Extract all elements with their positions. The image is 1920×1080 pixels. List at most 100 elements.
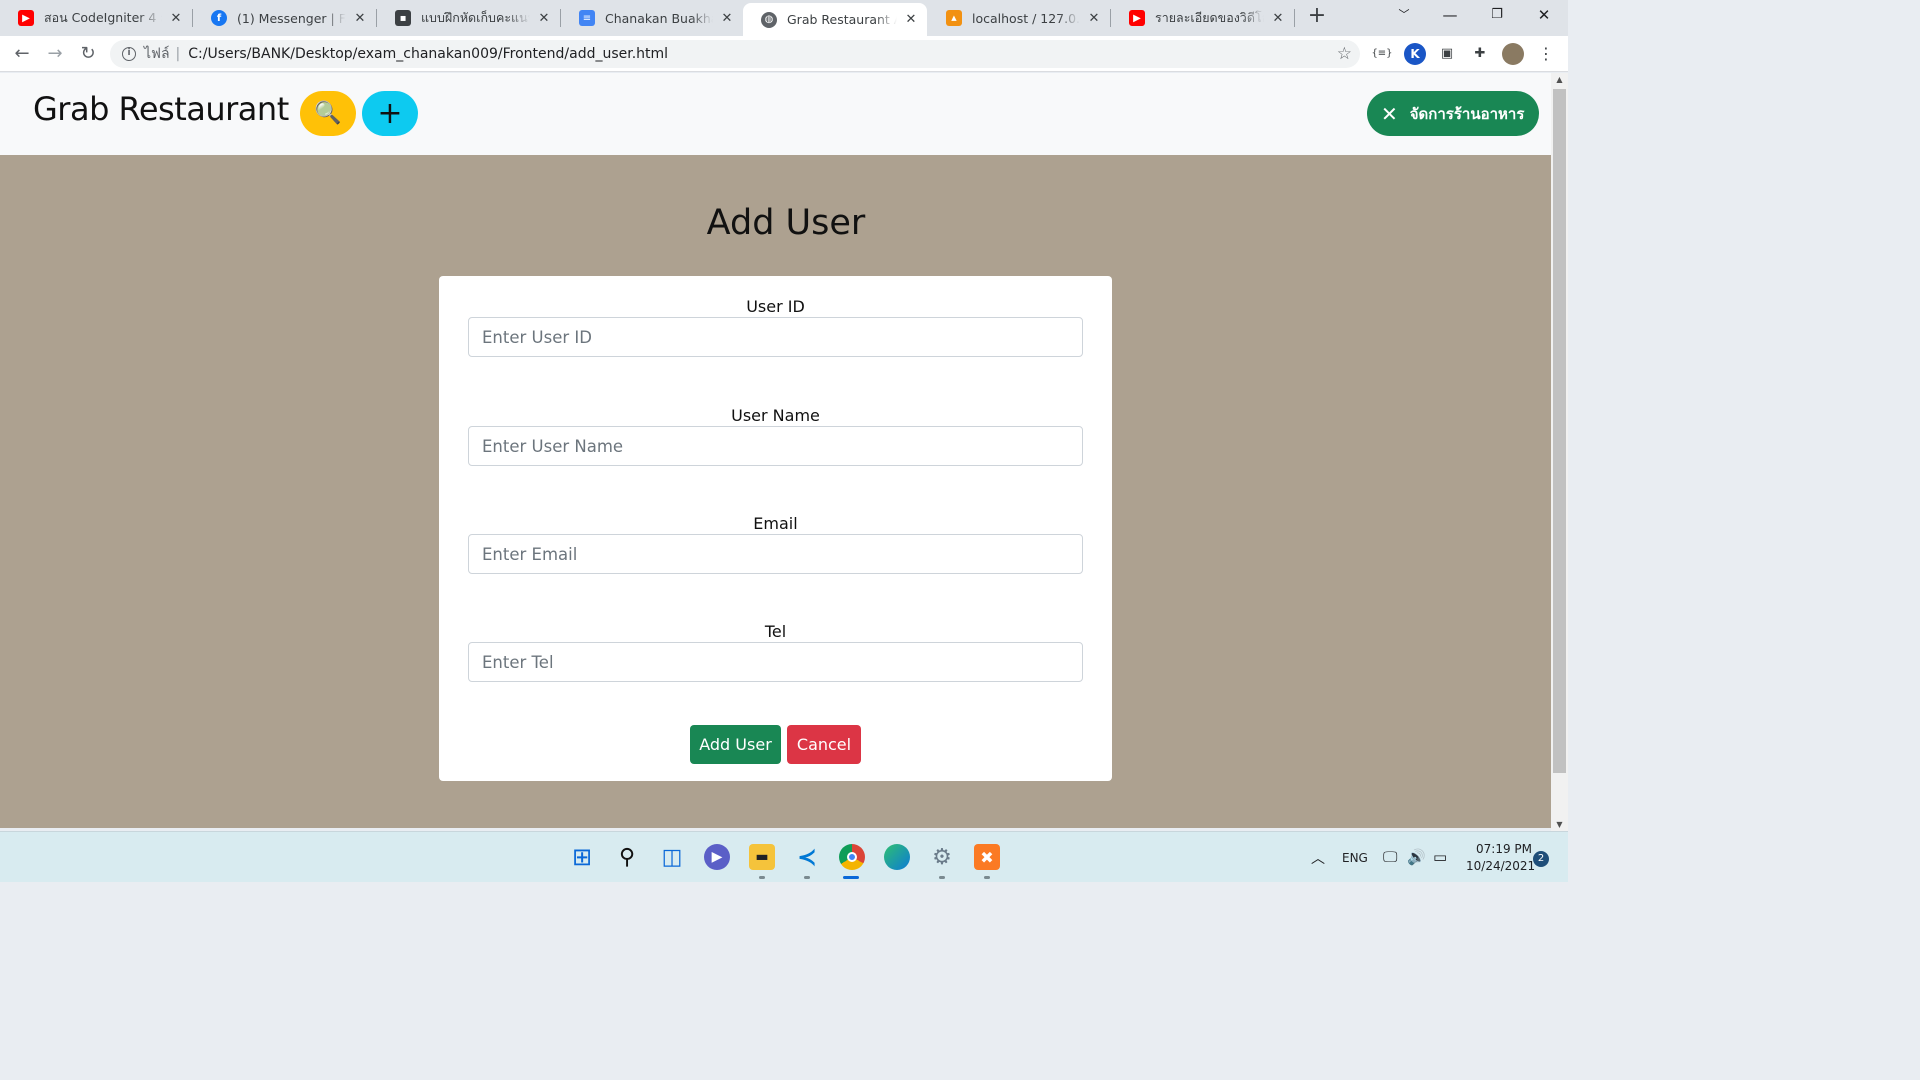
globe-icon: ◍ (761, 11, 777, 28)
email-input[interactable] (468, 534, 1083, 574)
bookmark-star-icon[interactable]: ☆ (1337, 44, 1352, 64)
docs-icon: ≡ (579, 10, 595, 26)
language-indicator[interactable]: ENG (1342, 851, 1368, 865)
scroll-up-arrow-icon[interactable]: ▲ (1551, 75, 1568, 84)
facebook-icon: f (211, 10, 227, 26)
cancel-button[interactable]: Cancel (787, 725, 861, 764)
show-hidden-icons-chevron-icon[interactable]: ︿ (1311, 848, 1325, 868)
chrome-center (847, 852, 857, 862)
search-icon: 🔍 (314, 101, 342, 126)
close-tab-icon[interactable]: ✕ (168, 11, 184, 26)
new-tab-button[interactable]: + (1304, 4, 1330, 30)
windows-start-icon[interactable]: ⊞ (569, 843, 595, 871)
running-indicator (984, 876, 990, 879)
browser-tab[interactable]: ▶ รายละเอียดของวิดีโอ - Yo ✕ (1111, 3, 1294, 33)
reload-icon[interactable]: ↻ (75, 41, 101, 67)
manage-restaurant-label: จัดการร้านอาหาร (1409, 104, 1525, 123)
add-user-button[interactable]: Add User (690, 725, 781, 764)
xampp-icon[interactable]: ✖ (974, 844, 1000, 870)
tab-title: (1) Messenger | Faceb (237, 10, 346, 26)
tab-title: สอน CodeIgniter 4 สร้ (44, 10, 162, 25)
teams-chat-icon[interactable]: ▶ (704, 844, 730, 870)
scrollbar-thumb[interactable] (1553, 89, 1566, 773)
user-id-label: User ID (746, 297, 805, 316)
tab-title: localhost / 127.0.0.1 / (972, 10, 1080, 26)
close-tab-icon[interactable]: ✕ (1270, 11, 1286, 26)
widgets-icon[interactable]: ◫ (659, 844, 685, 870)
site-brand[interactable]: Grab Restaurant (33, 90, 289, 128)
add-button[interactable]: + (362, 91, 418, 136)
close-window-icon[interactable]: ✕ (1521, 0, 1567, 32)
user-name-label: User Name (731, 406, 820, 425)
vscode-icon[interactable]: ≺ (794, 843, 820, 871)
tab-title: Chanakan Buakhaw - (605, 10, 713, 26)
user-id-input[interactable] (468, 317, 1083, 357)
browser-tab[interactable]: ▲ localhost / 127.0.0.1 / ✕ (928, 3, 1110, 33)
browser-tab[interactable]: ▪ แบบฝึกหัดเก็บคะแนน 2/2 ✕ (377, 3, 560, 33)
address-separator: | (175, 46, 181, 62)
minimize-icon[interactable]: — (1427, 0, 1473, 32)
page-scrollbar[interactable]: ▲ ▼ (1551, 73, 1568, 831)
address-bar[interactable]: i ไฟล์ | C:/Users/BANK/Desktop/exam_chan… (110, 40, 1360, 68)
running-indicator (939, 876, 945, 879)
search-icon[interactable]: ⚲ (614, 844, 640, 870)
phpmyadmin-icon: ▲ (946, 10, 962, 26)
address-url[interactable]: C:/Users/BANK/Desktop/exam_chanakan009/F… (188, 46, 668, 62)
file-explorer-icon[interactable]: ▬ (749, 844, 775, 870)
browser-tab[interactable]: f (1) Messenger | Faceb ✕ (193, 3, 376, 33)
youtube-icon: ▶ (1129, 10, 1145, 26)
browser-toolbar: ← → ↻ i ไฟล์ | C:/Users/BANK/Desktop/exa… (0, 36, 1568, 72)
profile-avatar[interactable] (1502, 43, 1524, 65)
running-indicator (804, 876, 810, 879)
restore-icon[interactable]: ❐ (1474, 0, 1520, 32)
battery-icon[interactable]: ▭ (1433, 848, 1447, 866)
browser-tab-strip: ▶ สอน CodeIgniter 4 สร้ ✕ f (1) Messenge… (0, 0, 1568, 36)
windows-taskbar: ⊞ ⚲ ◫ ▶ ▬ ≺ ⚙ ✖ ︿ ENG 🖵 🔊 ▭ 07:19 PM 10/… (0, 831, 1568, 882)
running-indicator (759, 876, 765, 879)
search-button[interactable]: 🔍 (300, 91, 356, 136)
edge-icon[interactable] (884, 844, 910, 870)
info-icon[interactable]: i (122, 47, 136, 61)
settings-gear-icon[interactable]: ⚙ (929, 844, 955, 870)
site-navbar: Grab Restaurant 🔍 + ✕ จัดการร้านอาหาร (0, 73, 1551, 155)
tab-divider (1294, 9, 1295, 27)
close-tab-icon[interactable]: ✕ (536, 11, 552, 26)
close-tab-icon[interactable]: ✕ (903, 12, 919, 27)
tab-title: Grab Restaurant Appli (787, 12, 897, 27)
classroom-icon: ▪ (395, 10, 411, 26)
browser-menu-icon[interactable]: ⋮ (1535, 43, 1557, 65)
picture-in-picture-icon[interactable]: ▣ (1436, 43, 1458, 65)
close-tab-icon[interactable]: ✕ (352, 11, 368, 26)
browser-tab[interactable]: ▶ สอน CodeIgniter 4 สร้ ✕ (0, 3, 192, 33)
tab-search-chevron-icon[interactable]: ﹀ (1381, 0, 1427, 32)
email-label: Email (753, 514, 798, 533)
active-indicator (843, 876, 859, 879)
utensils-icon: ✕ (1381, 101, 1398, 126)
extensions-puzzle-icon[interactable]: ✚ (1469, 43, 1491, 65)
clock-date[interactable]: 10/24/2021 (1466, 859, 1535, 873)
browser-tab[interactable]: ≡ Chanakan Buakhaw - ✕ (561, 3, 743, 33)
tel-label: Tel (764, 622, 787, 641)
close-tab-icon[interactable]: ✕ (719, 11, 735, 26)
extension-braces-icon[interactable]: {≡} (1371, 43, 1393, 65)
scroll-down-arrow-icon[interactable]: ▼ (1551, 820, 1568, 829)
notification-badge[interactable]: 2 (1533, 851, 1549, 867)
manage-restaurant-button[interactable]: ✕ จัดการร้านอาหาร (1367, 91, 1539, 136)
address-scheme: ไฟล์ (144, 46, 170, 62)
add-user-form: User ID User Name Email Tel Add User Can… (439, 276, 1112, 781)
tab-title: รายละเอียดของวิดีโอ - Yo (1155, 10, 1264, 25)
extension-k-icon[interactable]: K (1404, 43, 1426, 65)
browser-tab-active[interactable]: ◍ Grab Restaurant Appli ✕ (743, 3, 927, 36)
tab-title: แบบฝึกหัดเก็บคะแนน 2/2 (421, 10, 530, 25)
close-tab-icon[interactable]: ✕ (1086, 11, 1102, 26)
volume-icon[interactable]: 🔊 (1407, 848, 1426, 866)
tel-input[interactable] (468, 642, 1083, 682)
chrome-icon[interactable] (839, 844, 865, 870)
forward-arrow-icon[interactable]: → (42, 41, 68, 67)
clock-time[interactable]: 07:19 PM (1476, 842, 1532, 856)
user-name-input[interactable] (468, 426, 1083, 466)
page-title: Add User (706, 203, 866, 243)
page-content: Grab Restaurant 🔍 + ✕ จัดการร้านอาหาร Ad… (0, 73, 1551, 828)
network-icon[interactable]: 🖵 (1383, 848, 1397, 866)
back-arrow-icon[interactable]: ← (9, 41, 35, 67)
